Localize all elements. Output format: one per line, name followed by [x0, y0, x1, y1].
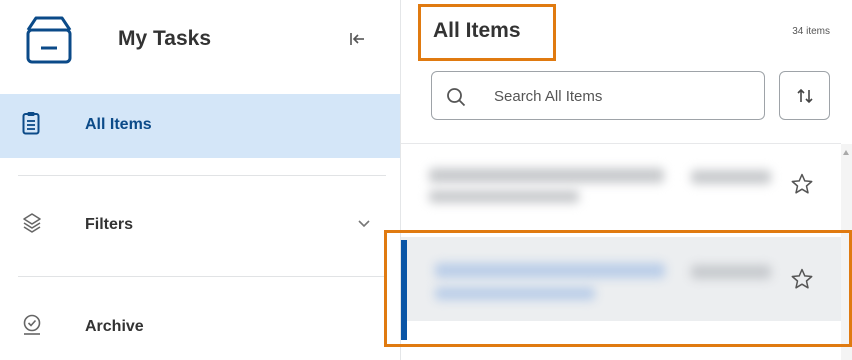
main-panel: All Items 34 items [401, 0, 852, 360]
sidebar: My Tasks All Items Filters Archive [0, 0, 401, 360]
page-title: All Items [418, 4, 556, 61]
sidebar-item-label: Filters [85, 216, 134, 233]
redacted-text [435, 263, 665, 278]
search-box[interactable] [431, 71, 765, 120]
redacted-text [429, 168, 664, 183]
divider [18, 276, 386, 277]
search-input[interactable] [492, 82, 752, 110]
redacted-text [429, 190, 579, 203]
layers-icon [23, 213, 41, 233]
inbox-tray-icon [26, 16, 72, 64]
sort-button[interactable] [779, 71, 830, 120]
star-outline-icon[interactable] [790, 267, 814, 291]
chevron-down-icon[interactable] [357, 218, 371, 228]
sidebar-title: My Tasks [118, 27, 211, 50]
collapse-sidebar-button[interactable] [344, 26, 370, 52]
sidebar-item-archive[interactable]: Archive [0, 296, 400, 358]
scroll-up-icon[interactable] [843, 150, 849, 155]
sidebar-item-label: Archive [85, 318, 144, 335]
divider [401, 143, 841, 144]
selection-indicator [401, 240, 407, 340]
divider [18, 175, 386, 176]
clipboard-list-icon [22, 112, 40, 135]
sort-arrows-icon [796, 88, 813, 103]
search-icon [447, 88, 466, 107]
redacted-text [691, 265, 771, 279]
sidebar-item-filters[interactable]: Filters [0, 194, 400, 256]
sidebar-item-all-items[interactable]: All Items [0, 94, 400, 158]
sidebar-item-label: All Items [85, 116, 152, 133]
star-outline-icon[interactable] [790, 172, 814, 196]
sidebar-header: My Tasks [0, 0, 401, 86]
archive-check-icon [23, 314, 41, 335]
collapse-left-icon [350, 33, 364, 45]
redacted-text [435, 287, 595, 300]
scrollbar[interactable] [841, 144, 852, 360]
redacted-text [691, 170, 771, 184]
page-title-text: All Items [433, 19, 521, 42]
list-item-selected[interactable] [401, 237, 841, 340]
list-item[interactable] [401, 146, 841, 230]
item-count: 34 items [792, 26, 830, 37]
